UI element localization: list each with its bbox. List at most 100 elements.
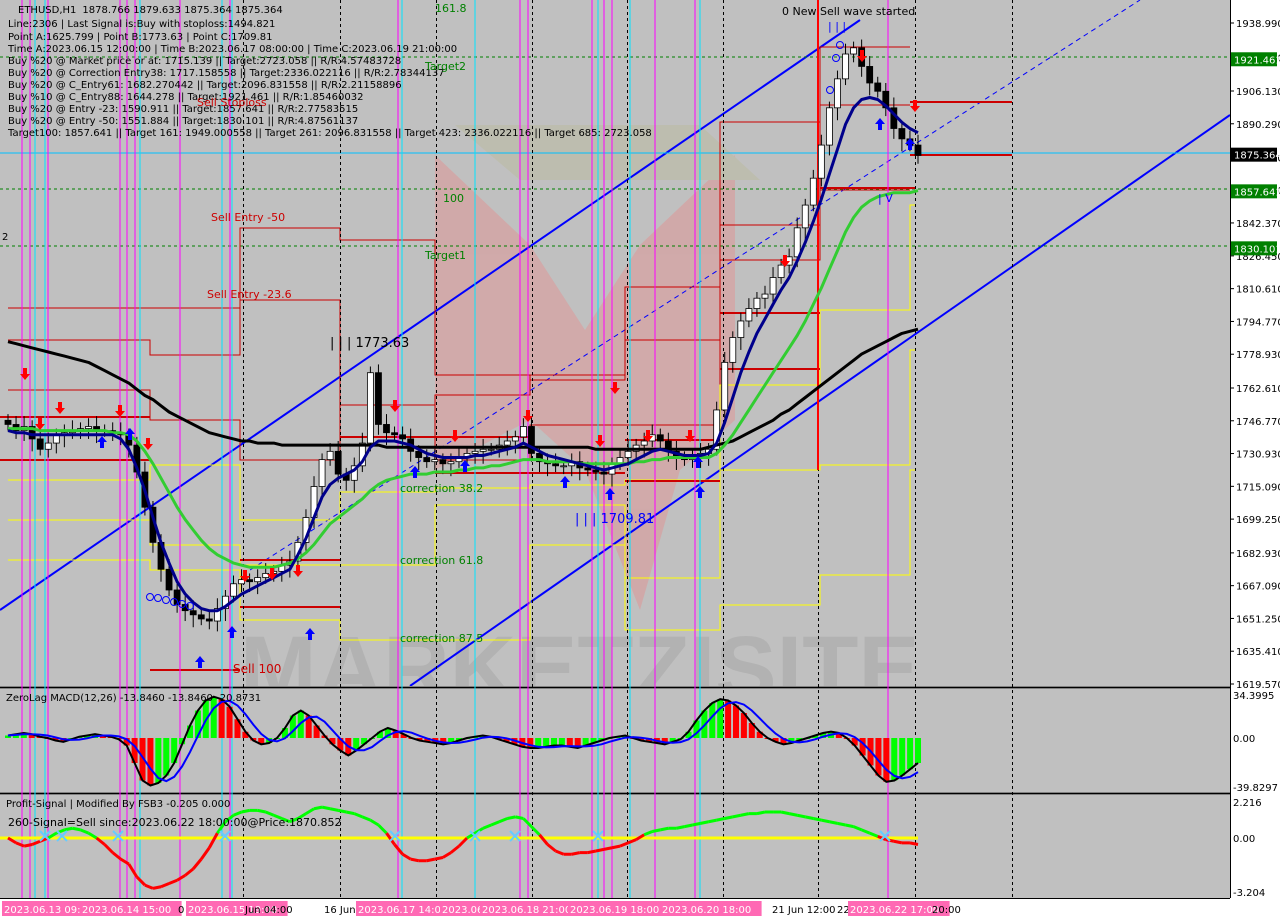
signal-segment: [813, 817, 822, 822]
price-tick-label: 1682.930: [1236, 549, 1280, 560]
time-axis-label: 2023.06.19 18:00: [570, 905, 659, 916]
candle-body: [391, 432, 398, 436]
macd-bar: [717, 699, 724, 738]
price-badge-label: 1875.364: [1234, 151, 1280, 162]
candle-body: [503, 440, 511, 446]
time-axis-label: 2023.06.13 09:00: [4, 905, 93, 916]
signal-segment: [587, 849, 597, 855]
candle-body: [205, 618, 213, 622]
header-line-4: Buy %20 @ Correction Entry38: 1717.15855…: [8, 68, 445, 79]
sell-100-label: Sell 100: [233, 662, 281, 676]
macd-bar: [725, 700, 732, 738]
signal-segment: [796, 813, 806, 819]
header-line-6: Buy %10 @ C_Entry88: 1644.278 || Target:…: [8, 92, 363, 103]
price-tick-label: 1730.930: [1236, 450, 1280, 461]
macd-bar: [551, 738, 557, 746]
candle-body: [809, 177, 817, 206]
macd-bar: [733, 705, 739, 738]
price-tick-label: 1890.290: [1236, 120, 1280, 131]
candle-body: [439, 459, 447, 465]
signal-segment: [660, 826, 669, 832]
time-axis-label: 0: [178, 905, 184, 916]
signal-segment: [241, 808, 250, 814]
candle-body: [624, 450, 632, 458]
candle-body: [584, 467, 592, 471]
candle-body: [753, 297, 761, 309]
signal-segment: [426, 857, 436, 863]
point-c-label: | | | 1709.81: [575, 512, 654, 527]
candle-body: [254, 577, 262, 583]
macd-bar: [883, 738, 890, 782]
sell-entry-23-label: Sell Entry -23.6: [207, 288, 292, 301]
candle-body: [431, 459, 439, 463]
signal-sub-label: 260-Signal=Sell since:2023.06.22 18:00:0…: [8, 816, 342, 829]
signal-segment: [321, 805, 331, 811]
price-tick-label: 1794.770: [1236, 317, 1280, 328]
candle-body: [656, 434, 664, 442]
sell-entry-50-label: Sell Entry -50: [211, 211, 285, 224]
point-b-label: | | | 1773.63: [330, 336, 409, 351]
candle-body: [898, 128, 906, 140]
header-line-9: Target100: 1857.641 || Target 161: 1949.…: [7, 128, 652, 139]
time-axis-label: 22: [837, 905, 850, 916]
header-line-8: Buy %20 @ Entry -50: 1551.884 || Target:…: [8, 116, 358, 127]
signal-segment: [788, 812, 798, 817]
header-line-3: Buy %20 @ Market price or at: 1715.139 |…: [8, 56, 401, 67]
signal-segment: [780, 810, 790, 816]
macd-label: ZeroLag MACD(12,26) -13.8460 -13.8460 -2…: [6, 693, 261, 704]
top-marks-label: | | |: [828, 20, 846, 33]
header-line-2: Time A:2023.06.15 12:00:00 | Time B:2023…: [7, 44, 457, 55]
trading-chart[interactable]: MARKETZISITE 1938.9901906.1301890.290184…: [0, 0, 1280, 920]
candle-body: [487, 448, 495, 451]
signal-segment: [345, 810, 355, 816]
header-line-0: Line:2306 | Last Signal is:Buy with stop…: [8, 19, 275, 30]
candle-body: [246, 579, 253, 583]
candle-body: [85, 426, 92, 429]
signal-segment: [837, 821, 846, 827]
signal-segment: [571, 851, 581, 856]
time-axis-label: 2023.06.20 18:00: [662, 905, 751, 916]
macd-bar: [147, 738, 154, 786]
signal-segment: [676, 825, 685, 830]
candle-body: [834, 78, 841, 109]
candle-body: [560, 465, 568, 468]
price-tick-label: 1778.930: [1236, 350, 1280, 361]
macd-bar: [218, 699, 225, 738]
time-axis-label: 21 Jun 12:00: [772, 905, 836, 916]
target1-label: Target1: [424, 249, 466, 262]
fib-100-label: 100: [443, 192, 464, 205]
signal-segment: [611, 844, 621, 850]
candle-body: [600, 471, 608, 475]
header-line-7: Buy %20 @ Entry -23: 1590.911 || Target:…: [8, 104, 358, 115]
time-axis-label: 2023.06.17 14:00: [358, 905, 447, 916]
time-axis-label: 2023.06.18 21:00: [482, 905, 571, 916]
macd-bar: [163, 738, 170, 776]
signal-segment: [23, 843, 33, 848]
candle-body: [165, 568, 173, 591]
price-badge-label: 1921.461: [1234, 55, 1280, 66]
price-tick-label: 1746.770: [1236, 417, 1280, 428]
signal-segment: [845, 823, 854, 829]
header-line-1: Point A:1625.799 | Point B:1773.63 | Poi…: [8, 32, 273, 43]
candle-body: [326, 450, 334, 461]
signal-segment: [684, 823, 693, 829]
macd-bar: [558, 738, 565, 746]
signal-segment: [700, 820, 709, 825]
price-tick-label: 1667.090: [1236, 582, 1280, 593]
candle-body: [197, 614, 205, 620]
signal-segment: [893, 839, 903, 845]
candle-body: [826, 107, 833, 146]
low-marks-label: | V: [878, 192, 893, 205]
candle-body: [592, 469, 600, 473]
signal-segment: [410, 857, 420, 863]
signal-segment: [152, 885, 162, 890]
candle-body: [447, 461, 455, 465]
signal-segment: [756, 810, 766, 816]
candle-body: [334, 450, 342, 475]
signal-segment: [257, 808, 266, 814]
correction-38-label: correction 38.2: [400, 482, 483, 495]
price-tick-label: 1810.610: [1236, 285, 1280, 296]
candle-body: [4, 419, 12, 425]
signal-label: Profit-Signal | Modified By FSB3 -0.205 …: [6, 799, 230, 810]
macd-bar: [907, 738, 914, 770]
